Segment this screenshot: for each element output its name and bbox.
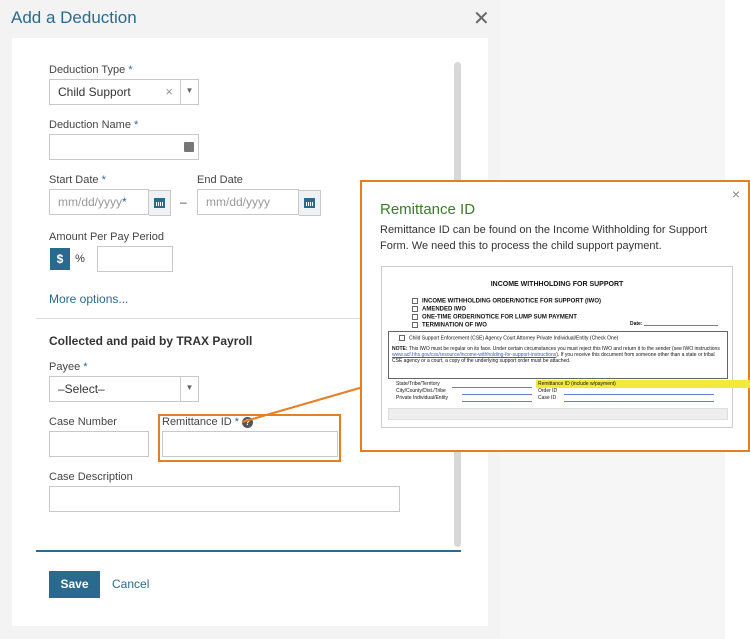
case-description-input[interactable] <box>49 486 400 512</box>
clear-icon[interactable]: × <box>165 84 173 99</box>
iwo-left-row: State/Tribe/Territory <box>396 381 440 387</box>
date-range-dash: – <box>180 195 187 209</box>
popup-title: Remittance ID <box>380 201 476 218</box>
section-title: Collected and paid by TRAX Payroll <box>49 334 253 348</box>
cancel-button[interactable]: Cancel <box>112 577 149 591</box>
iwo-check-item: ONE-TIME ORDER/NOTICE FOR LUMP SUM PAYME… <box>412 314 577 321</box>
start-date-label: Start Date * <box>49 174 106 186</box>
start-date-input[interactable]: mm/dd/yyyy* <box>49 189 171 216</box>
iwo-check-item: INCOME WITHHOLDING ORDER/NOTICE FOR SUPP… <box>412 298 601 305</box>
calendar-icon <box>304 198 315 208</box>
iwo-right-row: Case ID <box>538 395 557 401</box>
iwo-date-line <box>644 325 718 326</box>
deduction-type-select[interactable]: Child Support × ▼ <box>49 79 199 105</box>
end-date-input[interactable]: mm/dd/yyyy <box>197 189 321 216</box>
iwo-form-image: INCOME WITHHOLDING FOR SUPPORT INCOME WI… <box>381 266 750 428</box>
iwo-line <box>564 394 714 395</box>
iwo-form-title: INCOME WITHHOLDING FOR SUPPORT <box>490 281 624 288</box>
iwo-agency-box: Child Support Enforcement (CSE) Agency C… <box>388 331 728 379</box>
iwo-line <box>462 394 532 395</box>
popup-close-icon[interactable]: × <box>732 186 740 202</box>
amount-label: Amount Per Pay Period <box>49 231 164 243</box>
case-description-label: Case Description <box>49 471 133 483</box>
modal-title: Add a Deduction <box>11 8 137 27</box>
case-number-label: Case Number <box>49 416 117 428</box>
iwo-right-row: Order ID <box>538 388 558 394</box>
calendar-icon <box>154 198 165 208</box>
dollar-toggle[interactable]: $ <box>50 248 70 270</box>
iwo-date-label: Date: <box>630 321 643 327</box>
iwo-agency-line: Child Support Enforcement (CSE) Agency C… <box>399 335 618 341</box>
percent-toggle[interactable]: % <box>70 248 90 270</box>
card-icon <box>184 142 194 152</box>
iwo-right-row: Remittance ID (include w/payment) <box>538 381 616 387</box>
end-date-label: End Date <box>197 174 243 186</box>
iwo-line <box>452 387 532 388</box>
end-date-calendar-button[interactable] <box>299 190 321 216</box>
save-button[interactable]: Save <box>49 571 100 598</box>
iwo-footer <box>388 408 728 420</box>
iwo-left-row: Private Individual/Entity <box>396 395 448 401</box>
iwo-check-item: AMENDED IWO <box>412 306 466 313</box>
deduction-name-input[interactable] <box>49 134 199 160</box>
iwo-line <box>462 401 532 402</box>
footer-divider <box>36 550 461 552</box>
deduction-type-value: Child Support <box>58 85 131 99</box>
chevron-down-icon[interactable]: ▼ <box>180 80 198 104</box>
deduction-type-label: Deduction Type * <box>49 64 133 76</box>
remittance-help-popup: × Remittance ID Remittance ID can be fou… <box>360 180 750 452</box>
payee-select[interactable]: –Select– ▼ <box>49 376 199 402</box>
more-options-link[interactable]: More options... <box>49 292 128 306</box>
amount-input[interactable] <box>97 246 173 272</box>
iwo-check-item: TERMINATION OF IWO <box>412 322 487 329</box>
iwo-note: NOTE: This IWO must be regular on its fa… <box>392 346 720 364</box>
payee-label: Payee * <box>49 361 88 373</box>
iwo-left-row: City/County/Dist./Tribe <box>396 388 446 394</box>
deduction-name-label: Deduction Name * <box>49 119 139 131</box>
iwo-line <box>564 401 714 402</box>
close-icon[interactable]: ✕ <box>473 6 490 31</box>
chevron-down-icon[interactable]: ▼ <box>180 377 198 401</box>
popup-body: Remittance ID can be found on the Income… <box>380 224 708 252</box>
start-date-calendar-button[interactable] <box>149 190 171 216</box>
remittance-highlight <box>158 414 341 462</box>
case-number-input[interactable] <box>49 431 149 457</box>
